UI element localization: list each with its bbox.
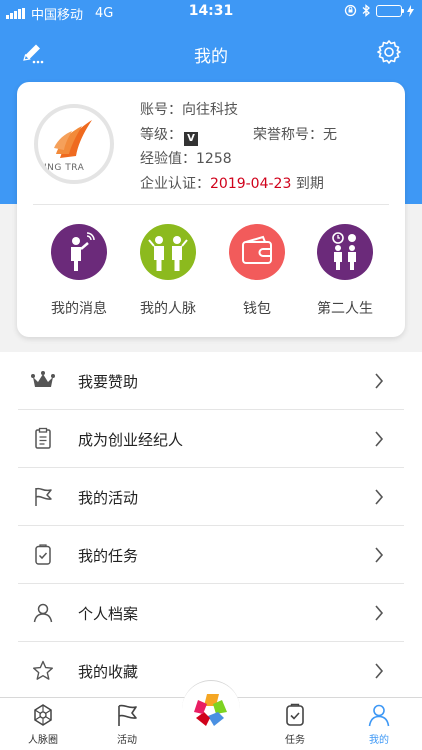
wallet-icon: [229, 224, 285, 280]
menu-item-label: 我的活动: [78, 489, 139, 507]
message-person-icon: [51, 224, 107, 280]
exp-value: 1258: [196, 151, 232, 167]
quick-action-label: 我的人脉: [140, 301, 196, 317]
contacts-people-icon: [140, 224, 196, 280]
cert-expire-date: 2019-04-23: [210, 175, 292, 192]
logo-text: ING TRA: [44, 163, 85, 173]
menu-item-broker[interactable]: 成为创业经纪人: [18, 410, 404, 468]
quick-action-label: 第二人生: [317, 301, 373, 317]
quick-action-second-life[interactable]: 第二人生: [309, 224, 381, 318]
exp-label: 经验值：: [140, 151, 196, 167]
menu-item-label: 成为创业经纪人: [78, 431, 184, 449]
tab-tasks[interactable]: 任务: [265, 702, 325, 746]
center-home-button[interactable]: [182, 680, 240, 738]
menu-item-label: 我的收藏: [78, 663, 139, 681]
nav-bar: 我的: [0, 24, 422, 82]
cert-label: 企业认证：: [140, 175, 210, 192]
chevron-right-icon: [375, 431, 384, 447]
quick-action-messages[interactable]: 我的消息: [43, 224, 115, 318]
quick-action-label: 我的消息: [51, 301, 107, 317]
profile-card: ING TRA 账号：向往科技 等级： V 荣誉称号：无 经验值：1258 企业认…: [17, 82, 405, 337]
menu-item-label: 我的任务: [78, 547, 139, 565]
battery-icon: [376, 4, 404, 17]
card-divider: [33, 204, 389, 205]
person-icon: [33, 603, 53, 623]
page-title: 我的: [194, 47, 228, 67]
menu-item-label: 个人档案: [78, 605, 139, 623]
honor-title: 荣誉称号：无: [253, 123, 337, 148]
flag-icon: [118, 704, 137, 726]
menu-item-tasks[interactable]: 我的任务: [18, 526, 404, 584]
account-value: 向往科技: [182, 102, 238, 118]
second-life-icon: [317, 224, 373, 280]
menu-item-sponsor[interactable]: 我要赞助: [18, 352, 404, 410]
tab-mine[interactable]: 我的: [349, 702, 409, 746]
quick-action-label: 钱包: [243, 301, 271, 317]
account-info: 账号：向往科技 等级： V 荣誉称号：无 经验值：1258 企业认证：2019-0…: [140, 98, 337, 196]
tab-label: 我的: [369, 735, 389, 746]
chevron-right-icon: [375, 605, 384, 621]
tab-network[interactable]: 人脉圈: [13, 702, 73, 746]
network-icon: [34, 704, 52, 726]
quick-action-contacts[interactable]: 我的人脉: [132, 224, 204, 318]
level-label: 等级：: [140, 126, 182, 143]
menu-item-profile[interactable]: 个人档案: [18, 584, 404, 642]
star-icon: [33, 660, 53, 680]
menu-list: 我要赞助 成为创业经纪人 我的活动 我的任务 个人档案 我的收藏: [0, 352, 422, 697]
orientation-lock-icon: [344, 4, 357, 17]
level-badge-icon: V: [184, 131, 198, 146]
app-logo-icon: [194, 694, 227, 726]
tab-label: 人脉圈: [28, 735, 58, 746]
gear-icon[interactable]: [376, 39, 402, 65]
honor-label: 荣誉称号：: [253, 126, 323, 143]
bluetooth-icon: [362, 4, 370, 17]
honor-value: 无: [323, 126, 337, 143]
account-label: 账号：: [140, 102, 182, 118]
tab-label: 任务: [285, 735, 305, 746]
menu-item-activities[interactable]: 我的活动: [18, 468, 404, 526]
tab-label: 活动: [117, 735, 137, 746]
task-check-icon: [35, 544, 51, 565]
task-icon: [286, 703, 304, 726]
chevron-right-icon: [375, 663, 384, 679]
quick-action-wallet[interactable]: 钱包: [221, 224, 293, 318]
flag-icon: [35, 487, 52, 506]
charging-icon: [407, 4, 414, 17]
chevron-right-icon: [375, 489, 384, 505]
menu-item-label: 我要赞助: [78, 373, 139, 391]
crown-icon: [31, 371, 55, 387]
clipboard-icon: [35, 427, 51, 449]
status-bar: 中国移动 4G 14:31: [0, 0, 422, 24]
tab-activities[interactable]: 活动: [97, 702, 157, 746]
chevron-right-icon: [375, 373, 384, 389]
avatar[interactable]: ING TRA: [34, 104, 114, 184]
cert-suffix: 到期: [291, 175, 324, 192]
chevron-right-icon: [375, 547, 384, 563]
user-icon: [368, 704, 390, 727]
